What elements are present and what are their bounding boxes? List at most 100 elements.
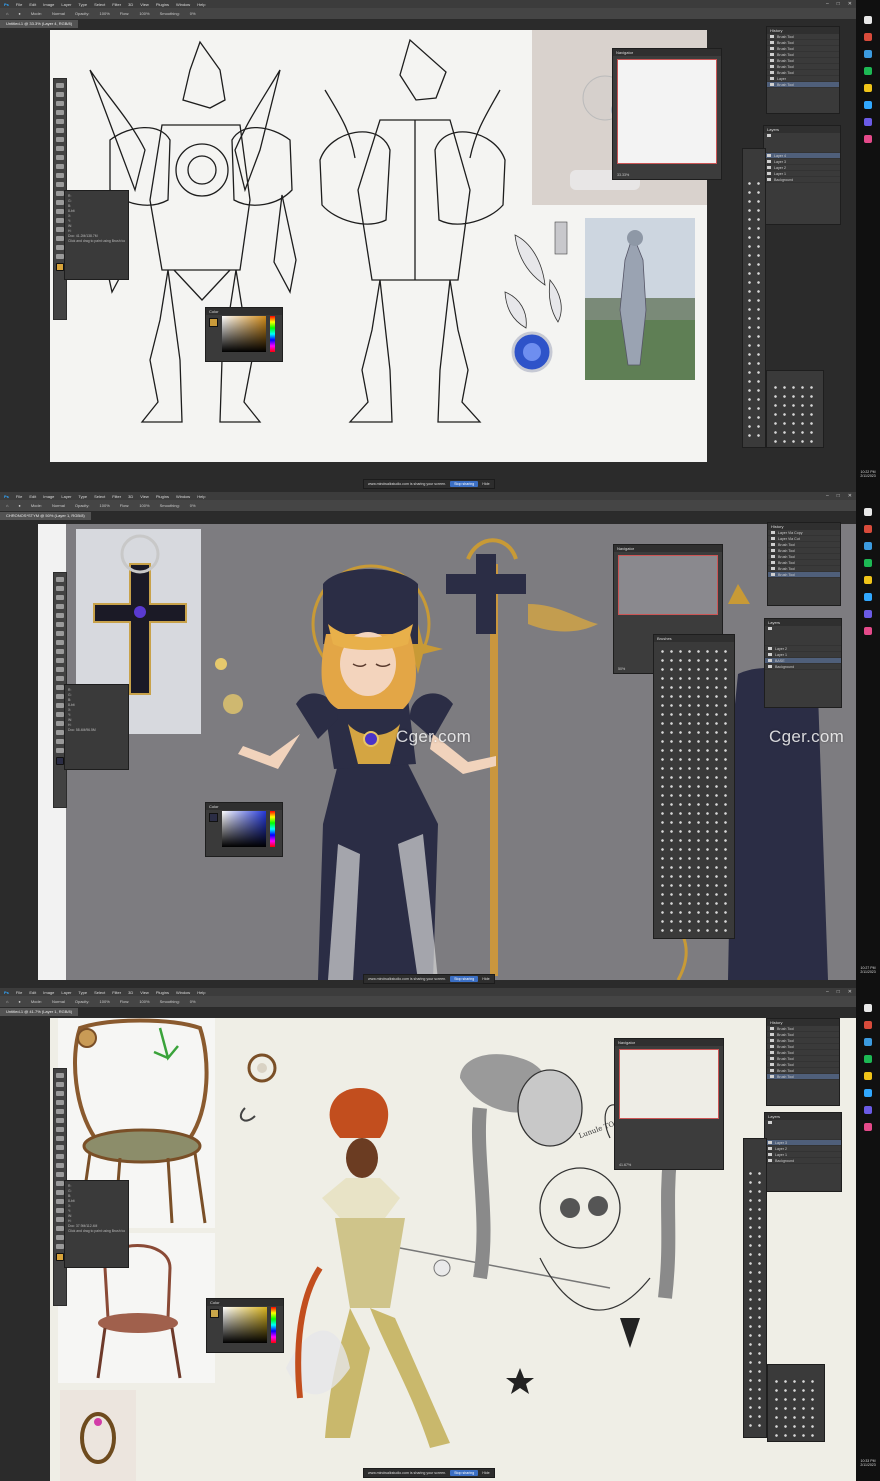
menu-file[interactable]: File — [16, 494, 22, 499]
foreground-swatch[interactable] — [209, 813, 218, 822]
foreground-swatch[interactable] — [209, 318, 218, 327]
minimize-icon[interactable]: – — [826, 493, 829, 499]
blur-tool-icon[interactable] — [56, 685, 64, 690]
menu-image[interactable]: Image — [43, 2, 54, 7]
shape-tool-icon[interactable] — [56, 236, 64, 241]
menu-window[interactable]: Window — [176, 494, 190, 499]
app-icon[interactable] — [864, 1089, 872, 1097]
app-icon[interactable] — [864, 1106, 872, 1114]
path-select-tool-icon[interactable] — [56, 227, 64, 232]
zoom-tool-icon[interactable] — [56, 254, 64, 259]
app-icon[interactable] — [864, 1038, 872, 1046]
path-select-tool-icon[interactable] — [56, 721, 64, 726]
home-icon[interactable]: ⌂ — [6, 999, 8, 1004]
flow-field[interactable]: 100% — [139, 11, 149, 16]
document-tab[interactable]: CHRONOS*STYM @ 50% (Layer 1, RGB/8) — [0, 512, 91, 520]
hide-button[interactable]: Hide — [482, 482, 489, 486]
maximize-icon[interactable]: □ — [837, 1, 840, 7]
gradient-tool-icon[interactable] — [56, 676, 64, 681]
lasso-tool-icon[interactable] — [56, 101, 64, 106]
menu-select[interactable]: Select — [94, 2, 105, 7]
history-step-current[interactable]: Brush Tool — [767, 82, 839, 88]
app-icon[interactable] — [864, 118, 872, 126]
hue-slider[interactable] — [270, 811, 275, 847]
zoom-tool-icon[interactable] — [56, 748, 64, 753]
brush-preset-icon[interactable]: ● — [18, 999, 20, 1004]
layer-row[interactable]: Background — [765, 1158, 841, 1164]
dodge-tool-icon[interactable] — [56, 1190, 64, 1195]
menu-filter[interactable]: Filter — [112, 494, 121, 499]
blur-tool-icon[interactable] — [56, 191, 64, 196]
zoom-tool-icon[interactable] — [56, 1244, 64, 1249]
menu-plugins[interactable]: Plugins — [156, 990, 169, 995]
stamp-tool-icon[interactable] — [56, 1145, 64, 1150]
menu-select[interactable]: Select — [94, 494, 105, 499]
foreground-color-swatch[interactable] — [56, 263, 64, 271]
menu-filter[interactable]: Filter — [112, 990, 121, 995]
brush-tool-icon[interactable] — [56, 640, 64, 645]
app-icon[interactable] — [864, 593, 872, 601]
menu-layer[interactable]: Layer — [61, 990, 71, 995]
pen-tool-icon[interactable] — [56, 209, 64, 214]
hand-tool-icon[interactable] — [56, 1235, 64, 1240]
stop-sharing-button[interactable]: Stop sharing — [450, 976, 479, 982]
menu-edit[interactable]: Edit — [29, 494, 36, 499]
brush-presets-grid[interactable] — [745, 179, 763, 443]
marquee-tool-icon[interactable] — [56, 1082, 64, 1087]
app-icon[interactable] — [864, 67, 872, 75]
ps-logo-icon[interactable]: Ps — [4, 990, 9, 995]
brush-preset-icon[interactable]: ● — [18, 11, 20, 16]
marquee-tool-icon[interactable] — [56, 92, 64, 97]
lasso-tool-icon[interactable] — [56, 595, 64, 600]
app-icon[interactable] — [864, 16, 872, 24]
navigator-zoom[interactable]: 33.33% — [617, 173, 629, 177]
opacity-field[interactable]: 100% — [100, 999, 110, 1004]
mode-select[interactable]: Normal — [52, 503, 65, 508]
menu-type[interactable]: Type — [78, 2, 87, 7]
menu-3d[interactable]: 3D — [128, 494, 133, 499]
hand-tool-icon[interactable] — [56, 739, 64, 744]
hue-slider[interactable] — [270, 316, 275, 352]
canvas-fencer-character[interactable]: Lunule TO — [50, 1018, 856, 1481]
menu-layer[interactable]: Layer — [61, 2, 71, 7]
foreground-swatch[interactable] — [210, 1309, 219, 1318]
gradient-tool-icon[interactable] — [56, 1172, 64, 1177]
menu-filter[interactable]: Filter — [112, 2, 121, 7]
menu-image[interactable]: Image — [43, 494, 54, 499]
navigator-thumbnail[interactable] — [617, 59, 717, 164]
menu-view[interactable]: View — [140, 990, 149, 995]
menu-layer[interactable]: Layer — [61, 494, 71, 499]
menu-file[interactable]: File — [16, 2, 22, 7]
move-tool-icon[interactable] — [56, 1073, 64, 1078]
menu-edit[interactable]: Edit — [29, 2, 36, 7]
menu-type[interactable]: Type — [78, 494, 87, 499]
path-select-tool-icon[interactable] — [56, 1217, 64, 1222]
smoothing-field[interactable]: 0% — [190, 11, 196, 16]
pen-tool-icon[interactable] — [56, 1199, 64, 1204]
brush-preset-icon[interactable]: ● — [18, 503, 20, 508]
history-step-current[interactable]: Brush Tool — [768, 572, 840, 578]
crop-tool-icon[interactable] — [56, 119, 64, 124]
shape-tool-icon[interactable] — [56, 730, 64, 735]
menu-view[interactable]: View — [140, 2, 149, 7]
menu-help[interactable]: Help — [197, 990, 205, 995]
flow-field[interactable]: 100% — [139, 999, 149, 1004]
navigator-thumbnail[interactable] — [619, 1049, 719, 1119]
crop-tool-icon[interactable] — [56, 1109, 64, 1114]
history-brush-icon[interactable] — [56, 164, 64, 169]
color-field[interactable] — [223, 1307, 267, 1343]
dodge-tool-icon[interactable] — [56, 694, 64, 699]
eraser-tool-icon[interactable] — [56, 1163, 64, 1168]
close-icon[interactable]: ✕ — [848, 1, 852, 7]
document-tab[interactable]: Untitled-1 @ 33.3% (Layer 4, RGB/8) — [0, 20, 79, 28]
app-icon[interactable] — [864, 135, 872, 143]
mode-select[interactable]: Normal — [52, 11, 65, 16]
taskbar-clock[interactable]: 10:33 PM 2/11/2023 — [856, 1459, 880, 1467]
brush-strokes-grid[interactable] — [772, 1377, 820, 1437]
menu-type[interactable]: Type — [78, 990, 87, 995]
eraser-tool-icon[interactable] — [56, 667, 64, 672]
app-icon[interactable] — [864, 542, 872, 550]
stamp-tool-icon[interactable] — [56, 155, 64, 160]
healing-tool-icon[interactable] — [56, 1127, 64, 1132]
navigator-zoom[interactable]: 50% — [618, 667, 625, 671]
